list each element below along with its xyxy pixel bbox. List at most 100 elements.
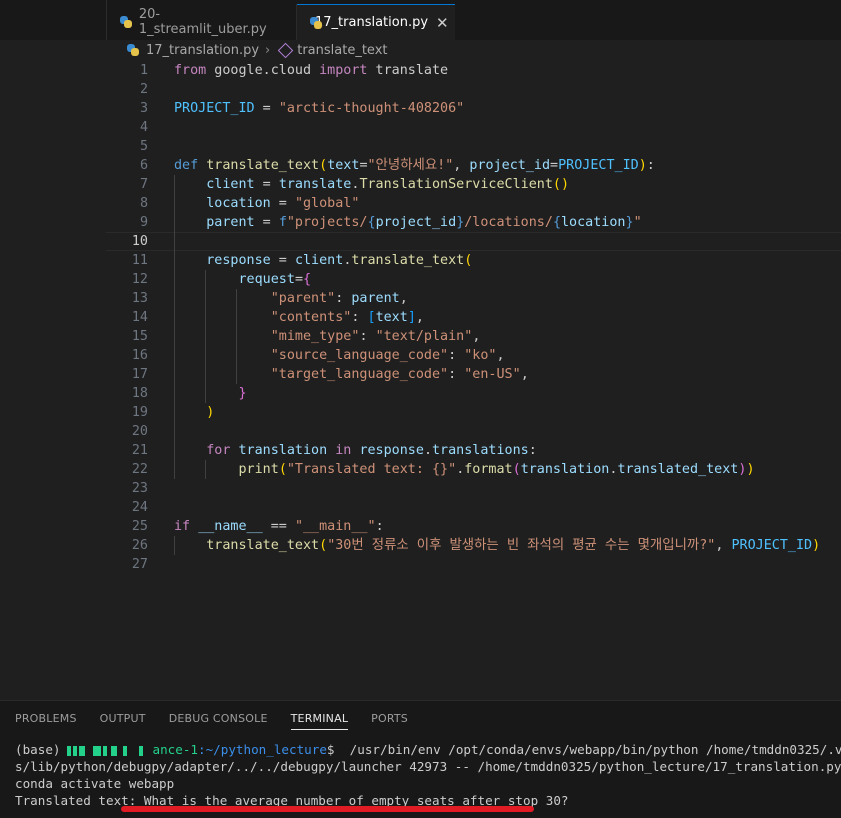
python-file-icon: [119, 15, 133, 29]
code-text: client = translate.TranslationServiceCli…: [174, 175, 569, 194]
code-line[interactable]: 4: [106, 118, 841, 137]
code-line[interactable]: 3PROJECT_ID = "arctic-thought-408206": [106, 99, 841, 118]
code-line[interactable]: 2: [106, 80, 841, 99]
line-number: 2: [106, 80, 148, 99]
code-line[interactable]: 15 "mime_type": "text/plain",: [106, 327, 841, 346]
panel-tabs: PROBLEMS OUTPUT DEBUG CONSOLE TERMINAL P…: [0, 709, 416, 733]
code-text: "contents": [text],: [174, 308, 424, 327]
code-line[interactable]: 8 location = "global": [106, 194, 841, 213]
code-line[interactable]: 12 request={: [106, 270, 841, 289]
indent-guide: [174, 175, 175, 479]
tab-label: 17_translation.py: [315, 15, 428, 30]
terminal[interactable]: (base) ance-1:~/python_lecture$ /usr/bin/…: [15, 741, 841, 809]
prompt-path: :~/python_lecture: [198, 742, 327, 757]
line-number: 24: [106, 498, 148, 517]
tab-bar-spacer: [0, 0, 107, 40]
terminal-line: conda activate webapp: [15, 775, 841, 792]
code-text: ): [174, 403, 214, 422]
tab-17-translation[interactable]: 17_translation.py ✕: [297, 4, 455, 40]
code-line[interactable]: 27: [106, 555, 841, 574]
code-line[interactable]: 1from google.cloud import translate: [106, 61, 841, 80]
code-text: def translate_text(text="안녕하세요!", projec…: [174, 156, 655, 175]
code-text: print("Translated text: {}".format(trans…: [174, 460, 755, 479]
code-text: "target_language_code": "en-US",: [174, 365, 529, 384]
tab-output[interactable]: OUTPUT: [100, 709, 146, 729]
code-line[interactable]: 5: [106, 137, 841, 156]
code-line[interactable]: 14 "contents": [text],: [106, 308, 841, 327]
indent-guide: [205, 460, 206, 479]
code-text: response = client.translate_text(: [174, 251, 472, 270]
line-number: 26: [106, 536, 148, 555]
annotation-underline: [121, 806, 534, 812]
redacted-username: [67, 746, 151, 756]
tab-ports[interactable]: PORTS: [371, 709, 408, 729]
code-text: }: [174, 384, 247, 403]
code-line[interactable]: 9 parent = f"projects/{project_id}/locat…: [106, 213, 841, 232]
code-text: "mime_type": "text/plain",: [174, 327, 480, 346]
line-number: 12: [106, 270, 148, 289]
line-number: 15: [106, 327, 148, 346]
line-number: 4: [106, 118, 148, 137]
line-number: 1: [106, 61, 148, 80]
line-number: 11: [106, 251, 148, 270]
code-line[interactable]: 23: [106, 479, 841, 498]
tab-debug-console[interactable]: DEBUG CONSOLE: [169, 709, 268, 729]
line-number: 18: [106, 384, 148, 403]
breadcrumb: 17_translation.py › translate_text: [106, 40, 388, 60]
code-line[interactable]: 13 "parent": parent,: [106, 289, 841, 308]
code-text: "source_language_code": "ko",: [174, 346, 505, 365]
code-line[interactable]: 10: [106, 232, 841, 251]
breadcrumb-symbol[interactable]: translate_text: [297, 43, 387, 58]
code-line[interactable]: 6 def translate_text(text="안녕하세요!", proje…: [106, 156, 841, 175]
code-text: parent = f"projects/{project_id}/locatio…: [174, 213, 642, 232]
tab-20-1-streamlit-uber[interactable]: 20-1_streamlit_uber.py: [107, 4, 297, 40]
breadcrumb-file[interactable]: 17_translation.py: [146, 43, 259, 58]
line-number: 13: [106, 289, 148, 308]
code-line[interactable]: 19 ): [106, 403, 841, 422]
code-text: if __name__ == "__main__":: [174, 517, 384, 536]
code-text: request={: [174, 270, 311, 289]
breadcrumb-separator: ›: [265, 43, 270, 58]
code-line[interactable]: 21 for translation in response.translati…: [106, 441, 841, 460]
line-number: 6: [106, 156, 148, 175]
code-line[interactable]: 20: [106, 422, 841, 441]
prompt-symbol: $: [327, 742, 335, 757]
code-text: for translation in response.translations…: [174, 441, 537, 460]
prompt-host: ance-1: [153, 742, 199, 757]
line-number: 14: [106, 308, 148, 327]
code-line[interactable]: 25if __name__ == "__main__":: [106, 517, 841, 536]
indent-guide: [174, 536, 175, 555]
terminal-line: (base) ance-1:~/python_lecture$ /usr/bin/…: [15, 741, 841, 758]
line-number: 5: [106, 137, 148, 156]
code-editor[interactable]: 1from google.cloud import translate23PRO…: [106, 60, 841, 700]
code-line[interactable]: 18 }: [106, 384, 841, 403]
line-number: 23: [106, 479, 148, 498]
line-number: 17: [106, 365, 148, 384]
bottom-panel: PROBLEMS OUTPUT DEBUG CONSOLE TERMINAL P…: [0, 700, 841, 818]
indent-guide: [236, 289, 237, 384]
code-line[interactable]: 7 client = translate.TranslationServiceC…: [106, 175, 841, 194]
code-text: PROJECT_ID = "arctic-thought-408206": [174, 99, 464, 118]
code-line[interactable]: 26 translate_text("30번 정류소 이후 발생하는 빈 좌석의…: [106, 536, 841, 555]
terminal-command: /usr/bin/env /opt/conda/envs/webapp/bin/…: [335, 742, 841, 757]
prompt-env: (base): [15, 742, 61, 757]
code-line[interactable]: 17 "target_language_code": "en-US",: [106, 365, 841, 384]
line-number: 16: [106, 346, 148, 365]
tab-label: 20-1_streamlit_uber.py: [139, 7, 286, 37]
tab-problems[interactable]: PROBLEMS: [15, 709, 77, 729]
code-line[interactable]: 16 "source_language_code": "ko",: [106, 346, 841, 365]
code-line[interactable]: 22 print("Translated text: {}".format(tr…: [106, 460, 841, 479]
code-text: "parent": parent,: [174, 289, 408, 308]
line-number: 7: [106, 175, 148, 194]
line-number: 21: [106, 441, 148, 460]
line-number: 19: [106, 403, 148, 422]
line-number: 10: [106, 233, 148, 250]
code-line[interactable]: 24: [106, 498, 841, 517]
line-number: 27: [106, 555, 148, 574]
line-number: 9: [106, 213, 148, 232]
line-number: 22: [106, 460, 148, 479]
close-icon[interactable]: ✕: [436, 14, 449, 32]
editor-left-margin: [0, 40, 106, 700]
code-line[interactable]: 11 response = client.translate_text(: [106, 251, 841, 270]
tab-terminal[interactable]: TERMINAL: [291, 709, 349, 730]
